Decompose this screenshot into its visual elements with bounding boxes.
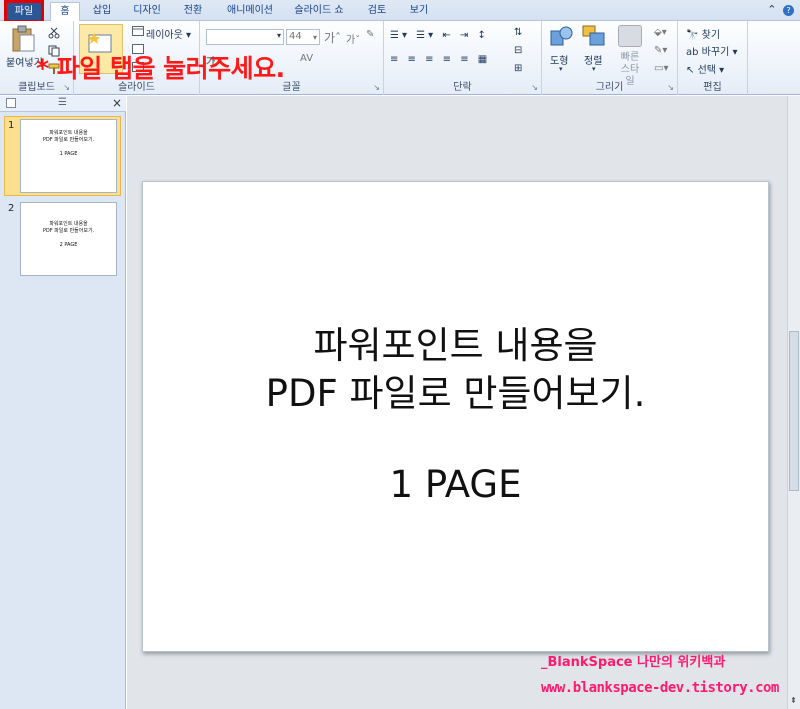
thumb-page: 1 PAGE <box>59 151 78 157</box>
bullets-icon[interactable]: ☰▾ ☰▾ ⇤ ⇥ ↕ <box>390 30 489 41</box>
shrink-font-icon[interactable]: 가ˇ <box>346 31 360 46</box>
thumb-line: PDF 파일로 만들어보기. <box>42 137 95 143</box>
minimize-ribbon-icon[interactable]: ⌃ <box>767 3 776 16</box>
text-direction-icon[interactable]: ⇅ <box>514 27 522 38</box>
shape-fill-icon[interactable]: ⬙▾ <box>654 27 667 38</box>
slide-text-line[interactable]: PDF 파일로 만들어보기. <box>143 372 768 416</box>
drawing-group: 도형 ▾ 정렬 ▾ 빠른 스타일 ⬙▾ ✎▾ ▭▾ 그리기 ↘ <box>542 21 678 95</box>
watermark-url: www.blankspace-dev.tistory.com <box>541 680 779 696</box>
tab-insert[interactable]: 삽입 <box>88 2 116 21</box>
thumb-line: 파워포인트 내용을 <box>49 221 88 227</box>
clear-format-icon[interactable]: ✎ <box>366 29 374 40</box>
paragraph-group: ☰▾ ☰▾ ⇤ ⇥ ↕ ≡ ≡ ≡ ≡ ≡ ▦ ⇅ ⊟ ⊞ 단락 ↘ <box>384 21 542 95</box>
tab-transitions[interactable]: 전환 <box>178 2 208 21</box>
align-text-icon[interactable]: ⊟ <box>514 45 522 56</box>
help-icon[interactable]: ? <box>783 5 794 16</box>
paste-icon[interactable] <box>10 25 36 53</box>
thumb-line: PDF 파일로 만들어보기. <box>42 228 95 234</box>
arrange-icon[interactable] <box>582 25 606 47</box>
editing-group-label: 편집 <box>703 82 722 93</box>
shapes-icon[interactable] <box>550 25 574 47</box>
editing-group: 🔭 찾기 ab 바꾸기 ▾ ↖ 선택 ▾ 편집 <box>678 21 748 95</box>
slides-pane: ☰ × 1 파워포인트 내용을 PDF 파일로 만들어보기. 1 PAGE 2 … <box>0 96 126 709</box>
slide-number: 1 <box>8 120 15 131</box>
slide-page-label[interactable]: 1 PAGE <box>143 463 768 507</box>
pane-tabs: ☰ × <box>0 96 126 112</box>
font-dialog-launcher-icon[interactable]: ↘ <box>373 83 380 92</box>
font-name-field[interactable]: ▾ <box>206 29 284 45</box>
find-button[interactable]: 🔭 찾기 <box>686 26 720 41</box>
outline-tab-icon[interactable]: ☰ <box>58 97 67 108</box>
grow-font-icon[interactable]: 가ˆ <box>324 29 341 46</box>
layout-button[interactable]: 레이아웃 ▾ <box>146 26 191 41</box>
annotation-note: * 파일 탭을 눌러주세요. <box>36 54 285 83</box>
slide-text-line[interactable]: 파워포인트 내용을 <box>143 324 768 368</box>
tab-animations[interactable]: 애니메이션 <box>220 2 280 21</box>
font-size-field[interactable]: 44 ▾ <box>286 29 320 45</box>
ribbon-tab-bar: 파일 홈 삽입 디자인 전환 애니메이션 슬라이드 쇼 검토 보기 ⌃ ? <box>0 0 800 23</box>
shapes-dropdown-icon[interactable]: ▾ <box>559 65 563 73</box>
current-slide[interactable]: 파워포인트 내용을 PDF 파일로 만들어보기. 1 PAGE <box>142 181 769 652</box>
cut-icon[interactable] <box>48 27 60 39</box>
drawing-group-label: 그리기 <box>595 82 624 93</box>
vertical-scrollbar[interactable]: ⇞ <box>787 96 800 709</box>
slide-thumbnail-1[interactable]: 파워포인트 내용을 PDF 파일로 만들어보기. 1 PAGE <box>20 119 117 193</box>
paragraph-dialog-launcher-icon[interactable]: ↘ <box>531 83 538 92</box>
tab-slideshow[interactable]: 슬라이드 쇼 <box>290 2 348 21</box>
binoculars-icon: 🔭 <box>686 30 699 41</box>
arrange-dropdown-icon[interactable]: ▾ <box>592 65 596 73</box>
tab-design[interactable]: 디자인 <box>128 2 166 21</box>
replace-icon: ab <box>686 47 699 58</box>
slide-number: 2 <box>8 203 15 214</box>
layout-icon[interactable] <box>132 26 144 36</box>
thumb-page: 2 PAGE <box>59 242 78 248</box>
align-icon[interactable]: ≡ ≡ ≡ ≡ ≡ ▦ <box>390 54 490 65</box>
pointer-icon: ↖ <box>686 65 695 76</box>
slide-thumbnail-2[interactable]: 파워포인트 내용을 PDF 파일로 만들어보기. 2 PAGE <box>20 202 117 276</box>
select-button[interactable]: ↖ 선택 ▾ <box>686 61 724 76</box>
font-spacing-icon[interactable]: AV <box>300 53 313 64</box>
quick-styles-icon[interactable] <box>618 25 642 47</box>
shape-outline-icon[interactable]: ✎▾ <box>654 45 667 56</box>
scroll-prev-slide-icon[interactable]: ⇞ <box>790 696 797 705</box>
smartart-icon[interactable]: ⊞ <box>514 63 522 74</box>
scrollbar-thumb[interactable] <box>789 331 799 491</box>
paragraph-group-label: 단락 <box>453 82 472 93</box>
replace-button[interactable]: ab 바꾸기 ▾ <box>686 43 737 58</box>
thumb-line: 파워포인트 내용을 <box>49 130 88 136</box>
shape-effects-icon[interactable]: ▭▾ <box>654 63 668 74</box>
tab-view[interactable]: 보기 <box>404 2 434 21</box>
slides-tab-icon[interactable] <box>6 98 16 108</box>
drawing-dialog-launcher-icon[interactable]: ↘ <box>667 83 674 92</box>
tab-home[interactable]: 홈 <box>50 2 80 22</box>
tab-file[interactable]: 파일 <box>4 0 44 23</box>
tab-review[interactable]: 검토 <box>362 2 392 21</box>
watermark-title: _BlankSpace 나만의 위키백과 <box>541 655 726 670</box>
close-pane-icon[interactable]: × <box>112 96 122 110</box>
